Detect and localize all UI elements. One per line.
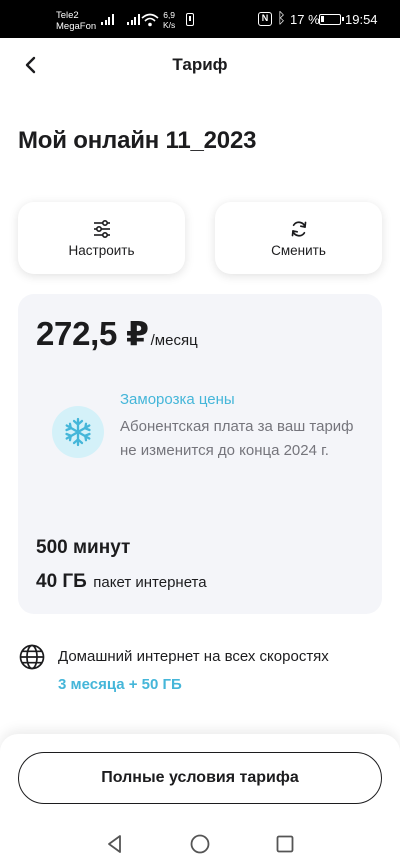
app-header: Тариф (0, 38, 400, 92)
freeze-description: Абонентская плата за ваш тариф не измени… (120, 418, 354, 459)
minutes-included: 500 минут (36, 537, 131, 558)
signal-1-icon (101, 13, 114, 25)
internet-amount: 40 ГБ (36, 571, 87, 592)
nav-home-icon[interactable] (190, 834, 210, 854)
price-period: /месяц (150, 332, 198, 349)
change-label: Сменить (271, 243, 326, 258)
nav-recents-icon[interactable] (275, 834, 295, 854)
configure-button[interactable]: Настроить (18, 202, 185, 274)
home-internet-label: Домашний интернет на всех скоростях (58, 648, 329, 665)
plan-title: Мой онлайн 11_2023 (18, 127, 257, 154)
header-title: Тариф (172, 55, 228, 74)
internet-description: пакет интернета (93, 574, 207, 591)
battery-percent: 17 % (290, 12, 320, 27)
nav-back-icon[interactable] (105, 834, 125, 854)
change-tariff-button[interactable]: Сменить (215, 202, 382, 274)
full-terms-button[interactable]: Полные условия тарифа (18, 752, 382, 804)
configure-label: Настроить (68, 243, 135, 258)
clock: 19:54 (345, 12, 378, 27)
network-speed: 6,9 K/s (163, 10, 176, 30)
signal-2-icon (127, 13, 140, 25)
wifi-icon (141, 13, 159, 27)
price-amount: 272,5 ₽ (36, 315, 149, 352)
nfc-icon: N (258, 12, 272, 26)
freeze-title: Заморозка цены (120, 391, 235, 408)
internet-included: 40 ГБ пакет интернета (36, 571, 207, 593)
status-bar: Tele2 MegaFon 6,9 K/s N ᛒ 17 % 19:54 (0, 0, 400, 38)
home-internet-promo[interactable]: 3 месяца + 50 ГБ (58, 676, 182, 693)
refresh-icon (291, 221, 306, 237)
system-nav-bar (0, 816, 400, 867)
globe-icon (19, 644, 45, 670)
price: 272,5 ₽/месяц (36, 314, 198, 353)
tariff-card: 272,5 ₽/месяц Заморозка цены Абонентская… (18, 294, 382, 614)
carrier-2: MegaFon (56, 21, 97, 32)
notification-icon (186, 13, 194, 26)
snowflake-icon (65, 417, 91, 447)
freeze-icon-badge (52, 406, 104, 458)
bluetooth-icon: ᛒ (277, 10, 287, 27)
battery-icon (319, 14, 344, 25)
carrier-names: Tele2 MegaFon (56, 10, 96, 32)
carrier-1: Tele2 (56, 10, 79, 21)
sliders-icon (93, 219, 110, 239)
